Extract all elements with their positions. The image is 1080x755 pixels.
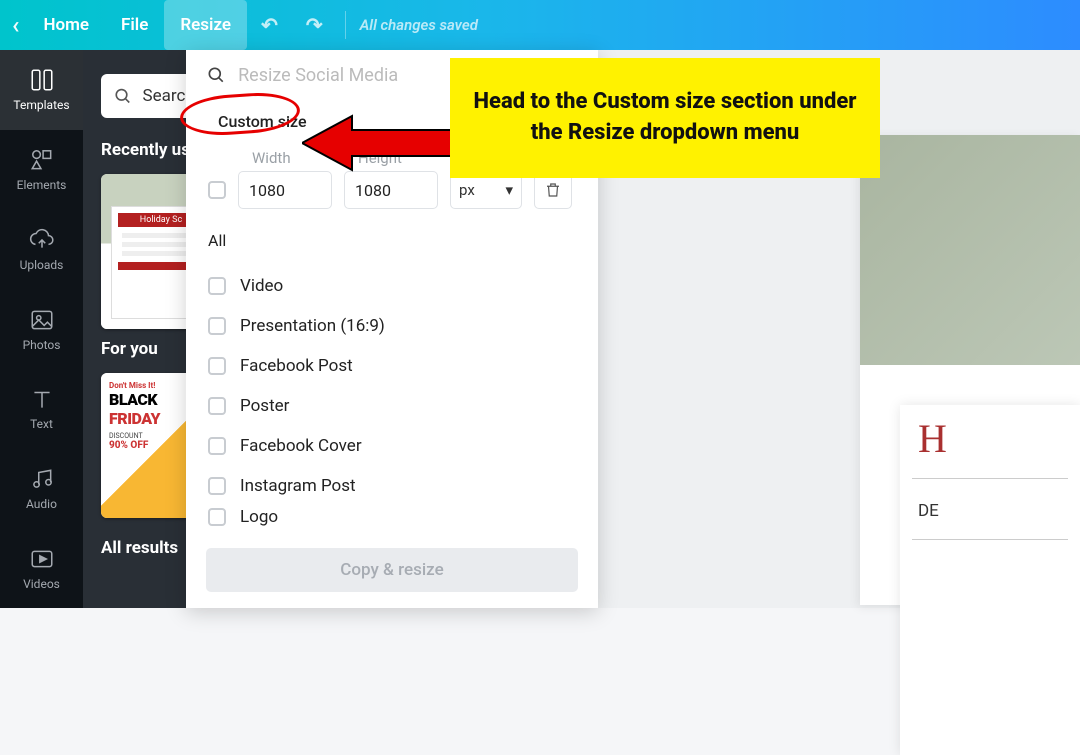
sidebar-item-label: Uploads xyxy=(20,258,64,272)
sidebar-item-label: Templates xyxy=(13,98,69,112)
search-icon xyxy=(206,64,226,86)
document-hero-image xyxy=(860,135,1080,365)
doc-heading-fragment: H xyxy=(900,405,1080,470)
document-preview[interactable]: H DE xyxy=(860,135,1080,605)
sidebar-item-audio[interactable]: Audio xyxy=(0,449,83,529)
videos-icon xyxy=(29,546,55,572)
option-label: Facebook Post xyxy=(240,356,353,376)
elements-icon xyxy=(29,147,55,173)
sidebar-item-label: Videos xyxy=(23,577,60,591)
annotation-callout: Head to the Custom size section under th… xyxy=(450,58,880,178)
back-chevron-icon[interactable]: ‹ xyxy=(12,11,19,39)
option-label: Poster xyxy=(240,396,289,416)
unit-value: px xyxy=(459,181,475,199)
sidebar-item-uploads[interactable]: Uploads xyxy=(0,209,83,289)
sidebar-item-templates[interactable]: Templates xyxy=(0,50,83,130)
uploads-icon xyxy=(29,227,55,253)
photos-icon xyxy=(29,307,55,333)
menu-file[interactable]: File xyxy=(105,0,164,50)
annotation-text: Head to the Custom size section under th… xyxy=(470,87,860,149)
redo-icon[interactable]: ↷ xyxy=(292,13,337,37)
trash-icon xyxy=(544,181,562,199)
resize-option-facebook-post[interactable]: Facebook Post xyxy=(208,346,576,386)
audio-icon xyxy=(29,466,55,492)
custom-size-heading: Custom size xyxy=(208,108,317,135)
copy-and-resize-button[interactable]: Copy & resize xyxy=(206,548,578,592)
sidebar-item-label: Elements xyxy=(17,178,67,192)
lock-aspect-checkbox[interactable] xyxy=(208,181,226,199)
sidebar-item-videos[interactable]: Videos xyxy=(0,528,83,608)
option-label: Video xyxy=(240,276,283,296)
doc-text-fragment: DE xyxy=(900,487,1080,521)
sidebar-item-label: Text xyxy=(30,417,53,431)
top-menu-bar: ‹ Home File Resize ↶ ↷ All changes saved xyxy=(0,0,1080,50)
option-label: Logo xyxy=(240,507,278,527)
option-label: Presentation (16:9) xyxy=(240,316,385,336)
chevron-down-icon: ▾ xyxy=(505,181,513,199)
option-label: Instagram Post xyxy=(240,476,356,496)
option-label: Facebook Cover xyxy=(240,436,362,456)
menu-divider xyxy=(345,11,346,39)
menu-home[interactable]: Home xyxy=(27,0,105,50)
templates-icon xyxy=(29,67,55,93)
sidebar-item-text[interactable]: Text xyxy=(0,369,83,449)
search-icon xyxy=(113,85,133,107)
left-sidebar: Templates Elements Uploads Photos Text A… xyxy=(0,50,83,608)
annotation-arrow xyxy=(302,108,462,182)
text-icon xyxy=(29,386,55,412)
save-status: All changes saved xyxy=(360,16,478,34)
resize-option-video[interactable]: Video xyxy=(208,266,576,306)
sidebar-item-label: Audio xyxy=(26,497,57,511)
sidebar-item-elements[interactable]: Elements xyxy=(0,130,83,210)
resize-option-presentation[interactable]: Presentation (16:9) xyxy=(208,306,576,346)
sidebar-item-label: Photos xyxy=(23,338,61,352)
undo-icon[interactable]: ↶ xyxy=(247,13,292,37)
resize-option-logo[interactable]: Logo xyxy=(208,506,576,528)
all-heading: All xyxy=(208,231,576,250)
resize-option-instagram-post[interactable]: Instagram Post xyxy=(208,466,576,506)
sidebar-item-photos[interactable]: Photos xyxy=(0,289,83,369)
menu-resize[interactable]: Resize xyxy=(164,0,247,50)
resize-option-facebook-cover[interactable]: Facebook Cover xyxy=(208,426,576,466)
resize-option-poster[interactable]: Poster xyxy=(208,386,576,426)
